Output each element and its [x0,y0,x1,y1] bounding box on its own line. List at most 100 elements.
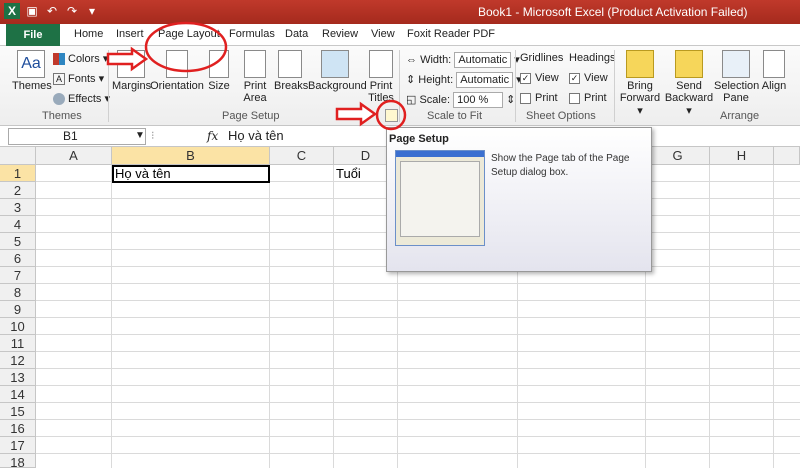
redo-icon[interactable]: ↷ [64,3,80,19]
themes-icon: Aa [17,50,45,78]
column-header-b[interactable]: B [112,147,270,165]
tab-review[interactable]: Review [322,28,358,40]
height-control[interactable]: ⇕ Height: Automatic ▾ [406,72,522,88]
align-button[interactable]: Align [760,50,788,92]
row-header-8[interactable]: 8 [0,284,36,301]
row-header-9[interactable]: 9 [0,301,36,318]
align-label: Align [761,80,787,92]
breaks-icon [278,50,302,78]
save-icon[interactable]: ▣ [24,3,40,19]
size-label: Size [208,80,230,92]
name-box[interactable]: B1 [8,128,146,145]
scale-control[interactable]: ◱ Scale: 100 % ⇕ [406,92,515,108]
thumbnail-titlebar [396,151,484,157]
tab-file[interactable]: File [6,24,60,46]
column-header-g[interactable]: G [646,147,710,165]
tab-formulas[interactable]: Formulas [229,28,275,40]
effects-button[interactable]: Effects ▾ [53,92,110,106]
send-backward-button[interactable]: Send Backward ▾ [664,50,714,117]
customize-qat-icon[interactable]: ▾ [84,3,100,19]
bring-forward-button[interactable]: Bring Forward ▾ [616,50,664,117]
page-setup-dialog-launcher-icon[interactable] [385,109,398,122]
column-header-i[interactable] [774,147,800,165]
gridlines-print-label: Print [535,92,558,104]
column-header-h[interactable]: H [710,147,774,165]
margins-button[interactable]: Margins [112,50,151,92]
row-header-2[interactable]: 2 [0,182,36,199]
backward-label: Backward [664,92,714,104]
tab-insert[interactable]: Insert [116,28,144,40]
tooltip-description-line-1: Show the Page tab of the Page [491,153,630,164]
row-header-1[interactable]: 1 [0,165,36,182]
cell-d1[interactable]: Tuổi [336,165,361,182]
width-control[interactable]: ⇔ Width: Automatic ▾ [406,52,520,68]
row-header-16[interactable]: 16 [0,420,36,437]
select-all-corner[interactable] [0,147,36,165]
name-box-dropdown-icon[interactable]: ▼ [135,130,145,141]
insert-function-icon[interactable]: fx [207,129,218,143]
headings-print-checkbox[interactable]: Print [569,92,607,104]
scale-label: Scale: [419,93,451,106]
height-icon: ⇕ [406,73,416,86]
tooltip-title: Page Setup [389,133,449,145]
gridlines-print-checkbox[interactable]: Print [520,92,558,104]
group-separator [515,50,516,122]
row-header-12[interactable]: 12 [0,352,36,369]
size-button[interactable]: Size [206,50,232,92]
gridline [36,385,800,386]
background-label: Background [308,80,367,92]
row-header-4[interactable]: 4 [0,216,36,233]
formula-input[interactable]: Họ và tên [228,128,284,143]
check-icon: ✓ [520,72,531,84]
undo-icon[interactable]: ↶ [44,3,60,19]
tab-home[interactable]: Home [74,28,103,40]
row-header-7[interactable]: 7 [0,267,36,284]
background-icon [321,50,349,78]
gridline [36,436,800,437]
row-header-5[interactable]: 5 [0,233,36,250]
orientation-icon [166,50,188,78]
scale-input[interactable]: 100 % [453,92,504,108]
orientation-button[interactable]: Orientation [150,50,204,92]
window-title: Book1 - Microsoft Excel (Product Activat… [478,5,748,19]
column-header-c[interactable]: C [270,147,334,165]
bring-forward-icon [626,50,654,78]
row-header-14[interactable]: 14 [0,386,36,403]
excel-logo-icon: X [4,3,20,19]
print-titles-button[interactable]: Print Titles [366,50,396,104]
tab-page-layout[interactable]: Page Layout [158,28,220,40]
gridline [36,402,800,403]
gridlines-header: Gridlines [520,52,564,64]
fonts-button[interactable]: A Fonts ▾ [53,72,104,86]
gridline [36,351,800,352]
row-header-18[interactable]: 18 [0,454,36,470]
bring-label: Bring [627,80,653,92]
row-header-17[interactable]: 17 [0,437,36,454]
gridlines-view-checkbox[interactable]: ✓ View [520,72,559,84]
row-header-3[interactable]: 3 [0,199,36,216]
cell-b1[interactable]: Họ và tên [112,165,270,183]
row-header-13[interactable]: 13 [0,369,36,386]
selection-pane-button[interactable]: Selection Pane [714,50,759,104]
width-icon: ⇔ [406,53,417,66]
themes-button[interactable]: Aa Themes [12,50,52,92]
headings-view-checkbox[interactable]: ✓ View [569,72,608,84]
row-header-15[interactable]: 15 [0,403,36,420]
tab-view[interactable]: View [371,28,395,40]
tab-data[interactable]: Data [285,28,308,40]
background-button[interactable]: Background [308,50,367,92]
print-area-button[interactable]: Print Area [238,50,272,104]
page-setup-tooltip: Page Setup Show the Page tab of the Page… [386,127,652,272]
row-header-11[interactable]: 11 [0,335,36,352]
column-header-a[interactable]: A [36,147,112,165]
width-select[interactable]: Automatic [454,52,512,68]
breaks-button[interactable]: Breaks [274,50,308,92]
colors-button[interactable]: Colors ▾ [53,52,108,66]
height-select[interactable]: Automatic [456,72,514,88]
tab-foxit-reader-pdf[interactable]: Foxit Reader PDF [407,28,495,40]
print-titles-label-2: Titles [368,92,394,104]
row-header-10[interactable]: 10 [0,318,36,335]
colors-label: Colors [68,53,100,65]
row-header-6[interactable]: 6 [0,250,36,267]
headings-print-label: Print [584,92,607,104]
